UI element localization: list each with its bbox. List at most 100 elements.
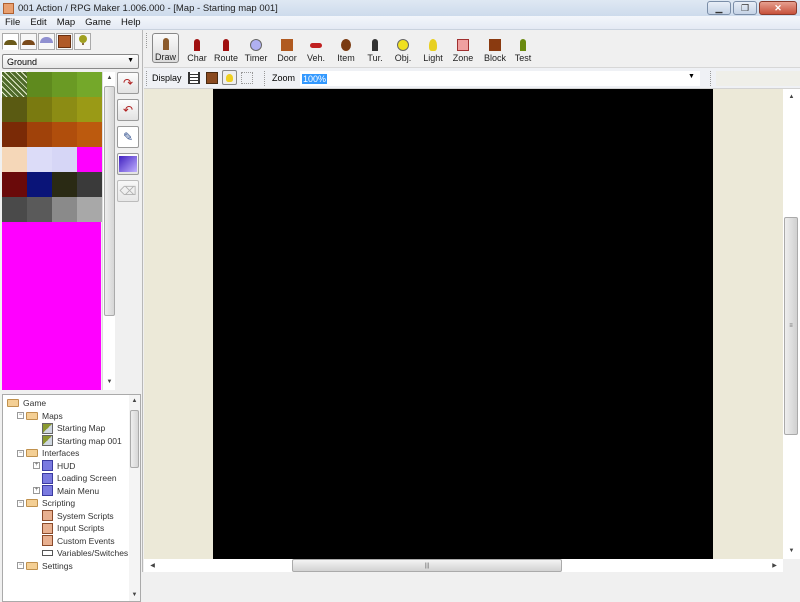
flip-horizontal-button[interactable]: ↷ bbox=[117, 72, 139, 94]
expand-icon[interactable]: + bbox=[33, 462, 40, 469]
palette-tile[interactable] bbox=[77, 147, 102, 172]
background-icon[interactable] bbox=[206, 72, 218, 84]
toolbar-char-button[interactable]: Char bbox=[184, 33, 210, 63]
palette-scrollbar[interactable]: ▲ ▼ bbox=[102, 72, 115, 390]
horizontal-scrollbar[interactable]: ◀ ||| ▶ bbox=[144, 559, 783, 572]
tree-item[interactable]: − Settings bbox=[17, 560, 73, 572]
eraser-button[interactable]: ⌫ bbox=[117, 180, 139, 202]
menu-game[interactable]: Game bbox=[80, 17, 116, 28]
tree-scroll-down-icon[interactable]: ▼ bbox=[129, 589, 140, 601]
tree-item[interactable]: System Scripts bbox=[33, 510, 114, 522]
palette-tile[interactable] bbox=[52, 147, 77, 172]
toolbar-test-button[interactable]: Test bbox=[512, 33, 534, 63]
tile-palette[interactable] bbox=[1, 71, 102, 390]
toolbar-veh-button[interactable]: Veh. bbox=[304, 33, 328, 63]
minimize-button[interactable]: ▁ bbox=[707, 1, 731, 15]
vertical-scrollbar[interactable]: ▲ ≡ ▼ bbox=[783, 89, 800, 559]
palette-tile[interactable] bbox=[77, 97, 102, 122]
toolbar-route-button[interactable]: Route bbox=[212, 33, 240, 63]
palette-tile[interactable] bbox=[27, 97, 52, 122]
tree-item[interactable]: − Interfaces bbox=[17, 447, 79, 459]
tree-item[interactable]: Custom Events bbox=[33, 535, 115, 547]
pencil-button[interactable]: ✎ bbox=[117, 126, 139, 148]
toolbar-item-button[interactable]: Item bbox=[334, 33, 358, 63]
toolbar-zone-button[interactable]: Zone bbox=[450, 33, 476, 63]
tree-item[interactable]: Input Scripts bbox=[33, 522, 104, 534]
tree-item[interactable]: + Main Menu bbox=[33, 485, 99, 497]
layer-select[interactable]: Ground ▼ bbox=[2, 54, 139, 69]
horizontal-scroll-thumb[interactable]: ||| bbox=[292, 559, 562, 572]
display-grip[interactable] bbox=[146, 71, 149, 86]
palette-tile[interactable] bbox=[52, 197, 77, 222]
palette-tile[interactable] bbox=[27, 197, 52, 222]
fill-button[interactable] bbox=[117, 153, 139, 175]
toolbar-timer-button[interactable]: Timer bbox=[242, 33, 270, 63]
toolbar-tur-button[interactable]: Tur. bbox=[364, 33, 386, 63]
tab-tree[interactable] bbox=[74, 33, 91, 50]
collapse-icon[interactable]: − bbox=[17, 499, 24, 507]
tree-scrollbar[interactable]: ▲ ▼ bbox=[129, 395, 140, 601]
map-canvas-area[interactable] bbox=[144, 89, 783, 559]
palette-scroll-thumb[interactable] bbox=[104, 86, 115, 316]
palette-tile[interactable] bbox=[52, 97, 77, 122]
close-button[interactable]: ✕ bbox=[759, 1, 797, 15]
vertical-scroll-thumb[interactable]: ≡ bbox=[784, 217, 798, 435]
palette-tile[interactable] bbox=[77, 72, 102, 97]
tab-platform[interactable] bbox=[38, 33, 55, 50]
zoom-grip[interactable] bbox=[264, 71, 267, 86]
film-icon[interactable] bbox=[188, 72, 200, 84]
zoom-select[interactable]: 100% bbox=[300, 71, 700, 86]
map-canvas[interactable] bbox=[213, 89, 713, 559]
lightbulb-button[interactable] bbox=[222, 70, 237, 85]
palette-tile[interactable] bbox=[2, 147, 27, 172]
palette-tile[interactable] bbox=[27, 122, 52, 147]
expand-icon[interactable]: + bbox=[33, 487, 40, 494]
flip-vertical-button[interactable]: ↶ bbox=[117, 99, 139, 121]
tab-wall[interactable] bbox=[56, 33, 73, 50]
tree-item[interactable]: Starting Map bbox=[33, 422, 105, 434]
palette-tile[interactable] bbox=[2, 97, 27, 122]
hscroll-left-icon[interactable]: ◀ bbox=[146, 559, 159, 571]
toolbar-grip[interactable] bbox=[146, 33, 149, 48]
palette-tile[interactable] bbox=[1, 71, 28, 98]
tree-item[interactable]: Loading Screen bbox=[33, 472, 117, 484]
tree-scroll-thumb[interactable] bbox=[130, 410, 139, 468]
palette-tile[interactable] bbox=[27, 72, 52, 97]
tree-scroll-up-icon[interactable]: ▲ bbox=[129, 395, 140, 407]
palette-tile[interactable] bbox=[2, 122, 27, 147]
tree-item[interactable]: Variables/Switches bbox=[33, 547, 128, 559]
collapse-icon[interactable]: − bbox=[17, 449, 24, 457]
tree-item[interactable]: Game bbox=[7, 397, 46, 409]
scroll-up-icon[interactable]: ▲ bbox=[103, 72, 116, 84]
palette-tile[interactable] bbox=[2, 197, 27, 222]
collapse-icon[interactable]: − bbox=[17, 412, 24, 419]
collapse-icon[interactable]: − bbox=[17, 562, 24, 569]
palette-tile[interactable] bbox=[77, 122, 102, 147]
tab-ground[interactable] bbox=[2, 33, 19, 50]
palette-tile[interactable] bbox=[52, 122, 77, 147]
scroll-down-icon[interactable]: ▼ bbox=[103, 376, 116, 388]
palette-tile[interactable] bbox=[52, 72, 77, 97]
tree-item[interactable]: − Maps bbox=[17, 410, 63, 422]
menu-edit[interactable]: Edit bbox=[25, 17, 51, 28]
hscroll-right-icon[interactable]: ▶ bbox=[768, 559, 781, 571]
tree-item[interactable]: − Scripting bbox=[17, 497, 75, 509]
vscroll-down-icon[interactable]: ▼ bbox=[783, 545, 800, 557]
toolbar-light-button[interactable]: Light bbox=[420, 33, 446, 63]
palette-tile[interactable] bbox=[2, 172, 27, 197]
palette-tile[interactable] bbox=[77, 197, 102, 222]
tab-hill[interactable] bbox=[20, 33, 37, 50]
menu-help[interactable]: Help bbox=[116, 17, 146, 28]
palette-tile[interactable] bbox=[52, 172, 77, 197]
vscroll-up-icon[interactable]: ▲ bbox=[783, 91, 800, 103]
zoom-chevron-down-icon[interactable]: ▼ bbox=[688, 73, 695, 80]
grid-icon[interactable] bbox=[241, 72, 253, 84]
toolbar-draw-button[interactable]: Draw bbox=[152, 33, 179, 63]
menu-file[interactable]: File bbox=[0, 17, 25, 28]
palette-tile[interactable] bbox=[27, 172, 52, 197]
toolbar-obj-button[interactable]: Obj. bbox=[392, 33, 414, 63]
menu-map[interactable]: Map bbox=[52, 17, 80, 28]
tree-item[interactable]: Starting map 001 bbox=[33, 435, 122, 447]
extra-grip[interactable] bbox=[710, 71, 713, 86]
palette-tile[interactable] bbox=[27, 147, 52, 172]
